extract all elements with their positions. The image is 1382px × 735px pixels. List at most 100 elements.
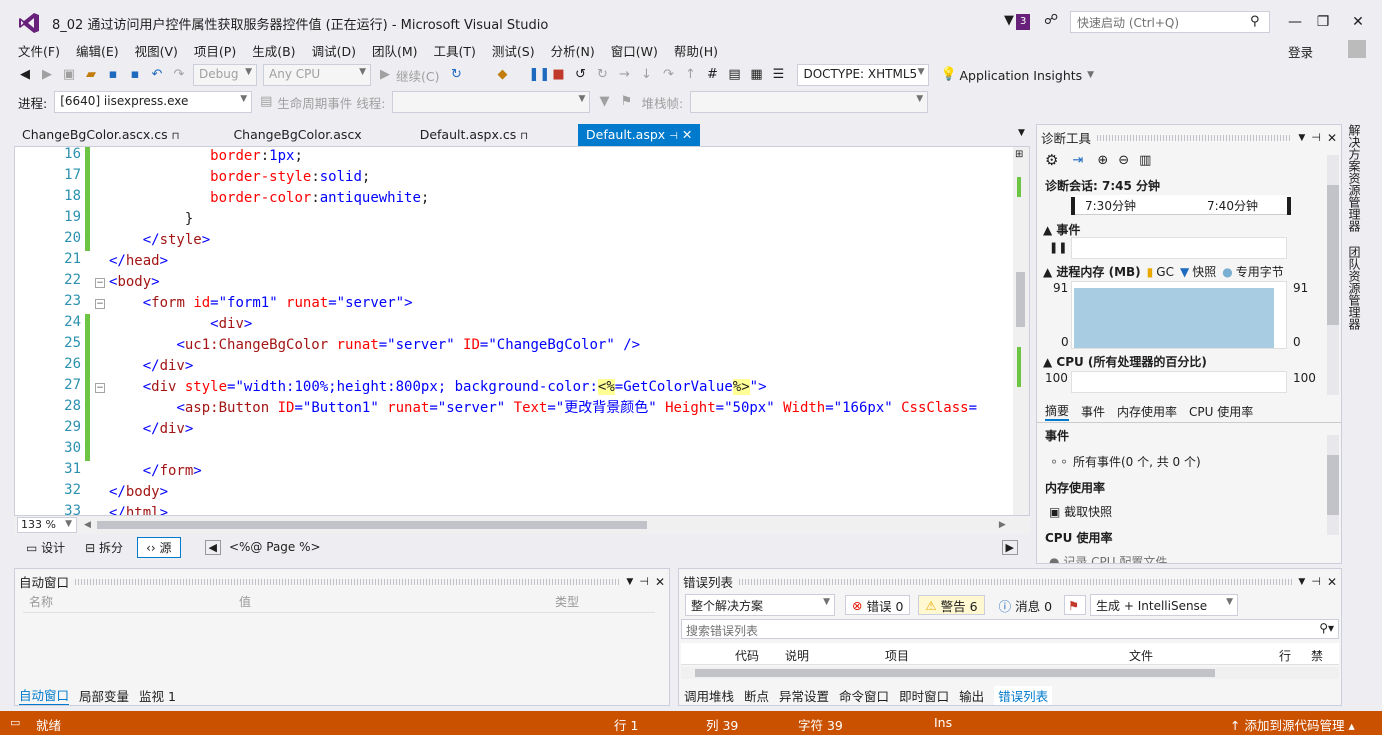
autos-tab-1[interactable]: 局部变量 bbox=[79, 686, 129, 705]
thread-select[interactable]: ▼ bbox=[392, 91, 591, 113]
diagnostics-tab-1[interactable]: 事件 bbox=[1081, 403, 1105, 420]
diagnostics-tab-3[interactable]: CPU 使用率 bbox=[1189, 403, 1253, 420]
back-icon[interactable]: ◀ bbox=[17, 67, 33, 83]
chart-icon[interactable]: ▥ bbox=[1139, 153, 1151, 168]
zoom-in-icon[interactable]: ⊕ bbox=[1097, 153, 1108, 168]
close-panel-icon[interactable]: ✕ bbox=[1327, 131, 1337, 145]
menu-item-11[interactable]: 帮助(H) bbox=[674, 41, 718, 60]
autos-menu-icon[interactable]: ▼ bbox=[626, 577, 633, 587]
notification-badge[interactable]: 3 bbox=[1016, 14, 1031, 30]
code-line[interactable]: border:1px; bbox=[109, 147, 303, 167]
document-outline-icon[interactable]: ▤ bbox=[726, 67, 742, 83]
redo-icon[interactable]: ↷ bbox=[171, 67, 187, 83]
code-line[interactable]: </div> bbox=[109, 356, 194, 377]
code-line[interactable]: } bbox=[109, 209, 193, 230]
step-out-icon[interactable]: ↑ bbox=[682, 67, 698, 83]
pause-icon[interactable]: ❚❚ bbox=[528, 67, 550, 83]
forward-icon[interactable]: ▶ bbox=[39, 67, 55, 83]
tab-changebgcolor-ascx[interactable]: ChangeBgColor.ascx bbox=[225, 124, 369, 146]
application-insights-label[interactable]: Application Insights bbox=[959, 68, 1082, 83]
error-search-input[interactable]: 搜索错误列表 ⚲▾ bbox=[681, 619, 1339, 639]
tab-default-aspx-cs[interactable]: Default.aspx.cs ⊓ bbox=[412, 124, 536, 146]
autos-tab-0[interactable]: 自动窗口 bbox=[19, 685, 70, 705]
menu-item-6[interactable]: 团队(M) bbox=[372, 41, 418, 60]
fold-toggle-icon[interactable]: − bbox=[95, 383, 105, 393]
hex-display-icon[interactable]: # bbox=[704, 67, 720, 83]
account-avatar-icon[interactable] bbox=[1348, 40, 1366, 58]
doctype-select[interactable]: DOCTYPE: XHTML5 ▼ bbox=[797, 64, 930, 86]
process-select[interactable]: [6640] iisexpress.exe ▼ bbox=[54, 91, 253, 113]
menu-item-7[interactable]: 工具(T) bbox=[434, 41, 476, 60]
close-window-button[interactable]: ✕ bbox=[1348, 12, 1368, 32]
code-line[interactable]: </body> bbox=[109, 482, 168, 503]
menu-item-4[interactable]: 生成(B) bbox=[252, 41, 295, 60]
tab-default-aspx[interactable]: Default.aspx ⊣ ✕ bbox=[578, 124, 701, 146]
menu-item-5[interactable]: 调试(D) bbox=[312, 41, 356, 60]
autos-close-icon[interactable]: ✕ bbox=[655, 575, 665, 589]
bottom-tab-1[interactable]: 断点 bbox=[744, 686, 769, 705]
continue-icon[interactable]: ▶ bbox=[377, 67, 393, 83]
take-snapshot-button[interactable]: ▣ 截取快照 bbox=[1049, 503, 1112, 520]
messages-filter-button[interactable]: ⓘ 消息 0 bbox=[993, 595, 1058, 615]
quick-launch-input[interactable]: 快速启动 (Ctrl+Q) bbox=[1070, 11, 1270, 33]
menu-item-0[interactable]: 文件(F) bbox=[18, 41, 60, 60]
fold-toggle-icon[interactable]: − bbox=[95, 299, 105, 309]
comment-icon[interactable]: ▦ bbox=[748, 67, 764, 83]
col-code[interactable]: 代码 bbox=[735, 647, 759, 664]
menu-item-2[interactable]: 视图(V) bbox=[135, 41, 178, 60]
flag-icon[interactable]: ⚑ bbox=[618, 94, 634, 110]
code-line[interactable]: <body> bbox=[109, 272, 160, 293]
zoom-out-icon[interactable]: ⊖ bbox=[1118, 153, 1129, 168]
diagnostics-tab-2[interactable]: 内存使用率 bbox=[1117, 403, 1177, 420]
save-all-icon[interactable]: ▪ bbox=[127, 67, 143, 83]
autos-col-name[interactable]: 名称 bbox=[29, 593, 53, 610]
step-over-icon[interactable]: ↷ bbox=[660, 67, 676, 83]
menu-item-10[interactable]: 窗口(W) bbox=[611, 41, 658, 60]
menu-item-9[interactable]: 分析(N) bbox=[551, 41, 595, 60]
add-to-source-control[interactable]: ↑ 添加到源代码管理 ▴ bbox=[1230, 715, 1355, 734]
diagnostics-tab-0[interactable]: 摘要 bbox=[1045, 402, 1070, 421]
show-next-statement-icon[interactable]: → bbox=[616, 67, 632, 83]
refresh-icon[interactable]: ↻ bbox=[448, 67, 464, 83]
close-tab-icon[interactable]: ✕ bbox=[682, 127, 692, 142]
fold-toggle-icon[interactable]: − bbox=[95, 278, 105, 288]
login-link[interactable]: 登录 bbox=[1288, 42, 1313, 61]
all-events-link[interactable]: ⚬⚬ 所有事件(0 个, 共 0 个) bbox=[1049, 453, 1201, 470]
code-line[interactable]: border-style:solid; bbox=[109, 167, 370, 188]
bottom-tab-4[interactable]: 即时窗口 bbox=[899, 686, 949, 705]
code-line[interactable]: border-color:antiquewhite; bbox=[109, 188, 429, 209]
open-file-icon[interactable]: ▰ bbox=[83, 67, 99, 83]
save-icon[interactable]: ▪ bbox=[105, 67, 121, 83]
menu-item-3[interactable]: 项目(P) bbox=[194, 41, 236, 60]
error-list-menu-icon[interactable]: ▼ bbox=[1298, 577, 1305, 587]
code-line[interactable]: </div> bbox=[109, 419, 194, 440]
bottom-tab-3[interactable]: 命令窗口 bbox=[839, 686, 889, 705]
source-view-button[interactable]: ‹› 源 bbox=[137, 536, 181, 558]
autos-col-type[interactable]: 类型 bbox=[555, 593, 579, 610]
autos-pin-icon[interactable]: ⊣ bbox=[639, 575, 649, 588]
col-project[interactable]: 项目 bbox=[885, 647, 909, 664]
error-list-hscroll[interactable] bbox=[681, 667, 1339, 679]
minimize-button[interactable]: — bbox=[1285, 12, 1305, 32]
editor-horizontal-scrollbar[interactable]: 133 % ▼ ◀ ▶ bbox=[14, 516, 1030, 534]
code-line[interactable]: </head> bbox=[109, 251, 168, 272]
error-list-close-icon[interactable]: ✕ bbox=[1327, 575, 1337, 589]
menu-item-1[interactable]: 编辑(E) bbox=[76, 41, 119, 60]
col-line[interactable]: 行 bbox=[1279, 647, 1291, 664]
continue-label[interactable]: 继续(C) bbox=[396, 66, 439, 85]
browser-link-icon[interactable]: ◆ bbox=[494, 67, 510, 83]
settings-gear-icon[interactable]: ⚙ bbox=[1045, 151, 1058, 169]
step-into-icon[interactable]: ↓ bbox=[638, 67, 654, 83]
tab-changebgcolor-ascx-cs[interactable]: ChangeBgColor.ascx.cs ⊓ bbox=[14, 124, 187, 146]
code-line[interactable]: <div style="width:100%;height:800px; bac… bbox=[109, 377, 767, 398]
tag-breadcrumb[interactable]: <%@ Page %> bbox=[229, 540, 321, 554]
autos-tab-2[interactable]: 监视 1 bbox=[139, 686, 176, 705]
tab-overflow-icon[interactable]: ▼ bbox=[1018, 128, 1025, 138]
code-line[interactable]: <asp:Button ID="Button1" runat="server" … bbox=[109, 398, 977, 419]
code-editor[interactable]: ⊞ 16 border:1px; 17 border-style:solid; 18… bbox=[14, 146, 1030, 516]
bottom-tab-6[interactable]: 错误列表 bbox=[994, 686, 1053, 705]
select-tools-icon[interactable]: ⇥ bbox=[1072, 153, 1083, 168]
split-view-button[interactable]: ⊟ 拆分 bbox=[85, 539, 123, 556]
col-file[interactable]: 文件 bbox=[1129, 647, 1153, 664]
editor-vertical-scrollbar[interactable]: ⊞ bbox=[1013, 147, 1029, 515]
